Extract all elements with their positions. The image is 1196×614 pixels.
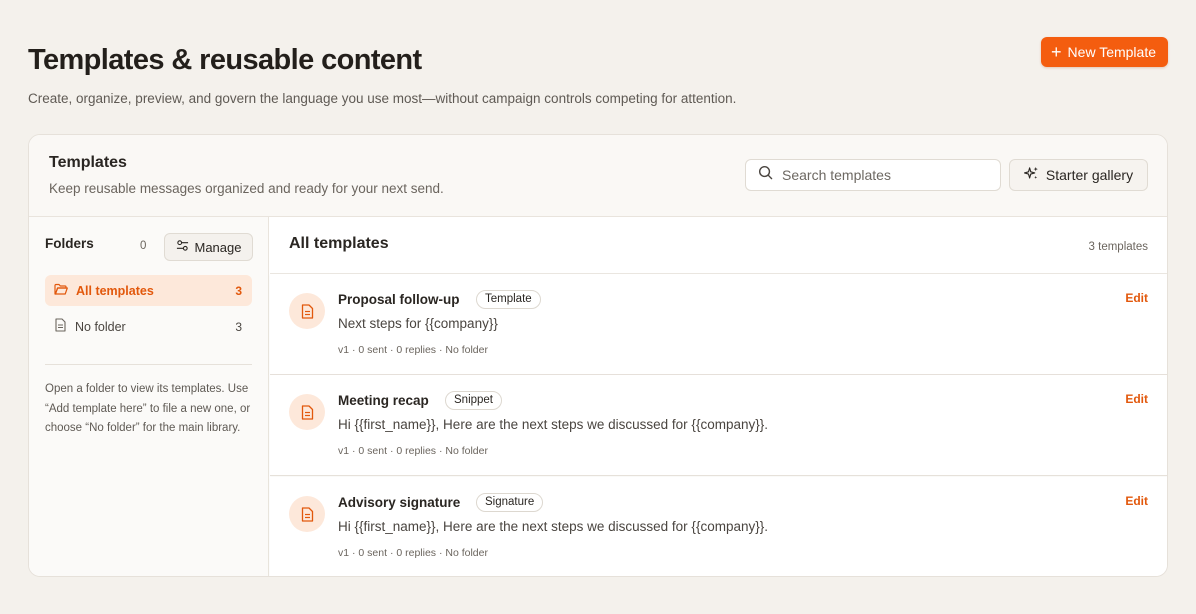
- folder-count: 3: [235, 283, 242, 298]
- template-preview: Hi {{first_name}}, Here are the next ste…: [338, 519, 768, 534]
- edit-template-link[interactable]: Edit: [1125, 291, 1148, 305]
- page-subtitle: Create, organize, preview, and govern th…: [28, 91, 737, 106]
- starter-gallery-label: Starter gallery: [1045, 167, 1134, 183]
- search-icon: [758, 165, 773, 185]
- settings-sliders-icon: [176, 239, 189, 255]
- templates-card: Templates Keep reusable messages organiz…: [28, 134, 1168, 577]
- template-type-badge: Snippet: [445, 391, 503, 410]
- document-icon: [54, 318, 67, 335]
- template-meta: v1 · 0 sent · 0 replies · No folder: [338, 547, 488, 559]
- plus-icon: +: [1051, 42, 1062, 62]
- folder-item-no-folder[interactable]: No folder 3: [45, 311, 252, 342]
- template-row[interactable]: Advisory signature Signature Hi {{first_…: [270, 477, 1167, 576]
- card-header: Templates Keep reusable messages organiz…: [29, 135, 1167, 217]
- sparkles-icon: [1023, 166, 1039, 184]
- template-row[interactable]: Meeting recap Snippet Hi {{first_name}},…: [270, 375, 1167, 476]
- search-box[interactable]: [745, 159, 1001, 191]
- folder-name: All templates: [76, 283, 154, 298]
- folders-sidebar: Folders 0 Manage All templates 3 No fold…: [29, 217, 269, 576]
- page-title: Templates & reusable content: [28, 44, 422, 76]
- template-name: Proposal follow-up: [338, 292, 460, 307]
- templates-list-panel: All templates 3 templates Proposal follo…: [270, 217, 1167, 576]
- list-title: All templates: [289, 235, 389, 252]
- template-document-icon: [289, 394, 325, 430]
- card-title: Templates: [49, 154, 127, 171]
- new-template-button[interactable]: + New Template: [1041, 37, 1168, 67]
- new-template-label: New Template: [1067, 44, 1156, 60]
- template-preview: Hi {{first_name}}, Here are the next ste…: [338, 417, 768, 432]
- folder-open-icon: [54, 283, 68, 299]
- search-input[interactable]: [782, 167, 982, 183]
- folders-count: 0: [140, 240, 147, 252]
- template-meta: v1 · 0 sent · 0 replies · No folder: [338, 445, 488, 457]
- folder-name: No folder: [75, 319, 126, 334]
- page-header: Templates & reusable content Create, org…: [28, 40, 1168, 108]
- template-meta: v1 · 0 sent · 0 replies · No folder: [338, 344, 488, 356]
- template-count: 3 templates: [1088, 241, 1148, 253]
- template-name: Meeting recap: [338, 393, 429, 408]
- folders-label: Folders: [45, 236, 94, 251]
- starter-gallery-button[interactable]: Starter gallery: [1009, 159, 1148, 191]
- manage-label: Manage: [194, 239, 242, 255]
- folder-count: 3: [235, 319, 242, 334]
- template-type-badge: Signature: [476, 493, 544, 512]
- card-description: Keep reusable messages organized and rea…: [49, 181, 444, 196]
- manage-folders-button[interactable]: Manage: [164, 233, 253, 261]
- template-document-icon: [289, 293, 325, 329]
- template-preview: Next steps for {{company}}: [338, 316, 498, 331]
- template-type-badge: Template: [476, 290, 541, 309]
- folder-item-all-templates[interactable]: All templates 3: [45, 275, 252, 306]
- template-document-icon: [289, 496, 325, 532]
- sidebar-divider: [45, 364, 252, 365]
- edit-template-link[interactable]: Edit: [1125, 392, 1148, 406]
- template-row[interactable]: Proposal follow-up Template Next steps f…: [270, 274, 1167, 375]
- list-header: All templates 3 templates: [270, 217, 1167, 274]
- template-name: Advisory signature: [338, 495, 461, 510]
- edit-template-link[interactable]: Edit: [1125, 494, 1148, 508]
- sidebar-help-text: Open a folder to view its templates. Use…: [45, 383, 251, 434]
